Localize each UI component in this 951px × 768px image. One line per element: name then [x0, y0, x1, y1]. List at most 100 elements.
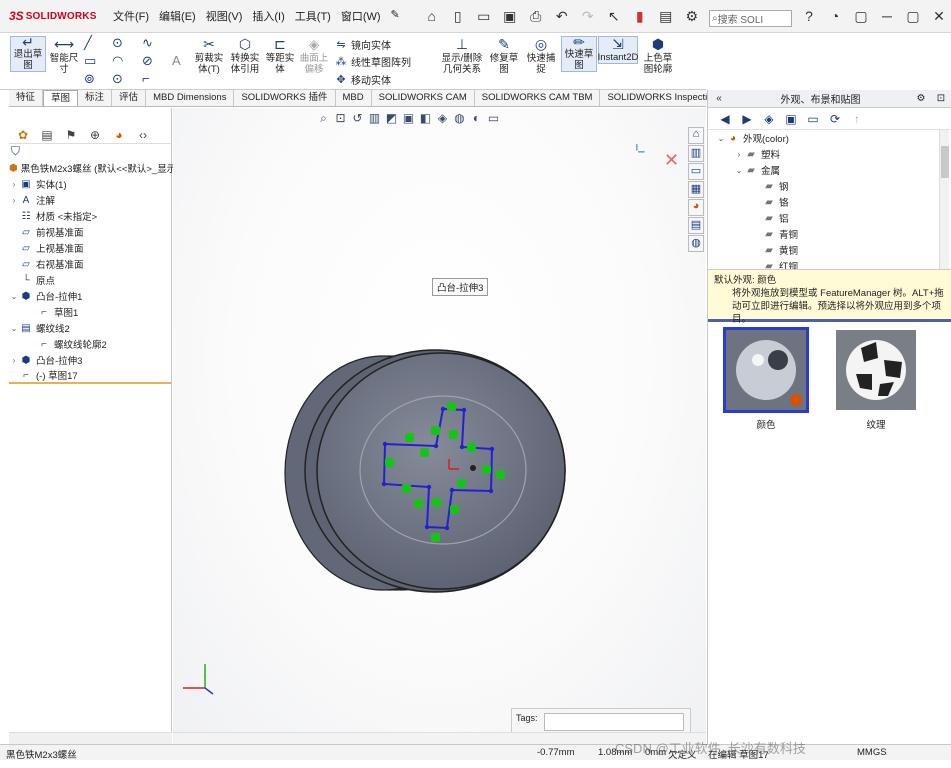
design-library-icon[interactable]: ▥ — [688, 145, 704, 162]
quick-snap-button[interactable]: ◎ 快速捕捉 — [524, 36, 558, 76]
custom-properties-icon[interactable]: ▤ — [688, 217, 704, 234]
appearance-tree-item[interactable]: ▰ 铝 — [708, 210, 951, 226]
menu-edit[interactable]: 编辑(E) — [154, 8, 201, 24]
circle-icon[interactable]: ⊙ — [112, 35, 123, 51]
swatch-color[interactable]: 颜色 — [723, 327, 809, 431]
open-folder-icon[interactable]: ▣ — [780, 112, 802, 126]
tree-root[interactable]: ⬢ 黑色铁M2x3螺丝 (默认<<默认>_显示 — [9, 160, 176, 176]
graphics-area[interactable]: ⌕ ⊡ ↺ ▥ ◩ ▣ ◧ ◈ ◍ ◐ ▭ ⌎ ✕ 凸台-拉伸3 Tags: — [173, 108, 706, 732]
convert-entities-button[interactable]: ⬡ 转换实体引用 — [228, 36, 262, 76]
show-relations-button[interactable]: ⊥ 显示/删除几何关系 — [440, 36, 484, 76]
appearance-tree-item[interactable]: ⌄ ▰ 金属 — [708, 162, 951, 178]
expand-arrow-icon[interactable]: › — [9, 356, 19, 365]
tab-sketch[interactable]: 草图 — [43, 90, 79, 106]
polygon-icon[interactable]: ⊙ — [112, 71, 123, 87]
menu-insert[interactable]: 插入(I) — [247, 8, 289, 24]
print-icon[interactable]: ⎙ — [523, 5, 549, 27]
feature-tree-item[interactable]: ⌐ 螺纹线轮廓2 — [9, 336, 171, 352]
help-icon[interactable]: ? — [796, 8, 822, 25]
expand-arrow-icon[interactable]: › — [9, 196, 19, 205]
feature-tree-item[interactable]: ▱ 上视基准面 — [9, 240, 171, 256]
menu-view[interactable]: 视图(V) — [201, 8, 248, 24]
appearances-icon[interactable]: ◕ — [688, 199, 704, 216]
feature-tree-tab-icon[interactable]: ✿ — [11, 128, 35, 142]
expand-arrow-icon[interactable]: ⌄ — [9, 324, 19, 333]
expand-arrow-icon[interactable]: ⌄ — [9, 292, 19, 301]
property-manager-tab-icon[interactable]: ▤ — [35, 128, 59, 142]
filter-icon[interactable]: ⛉ — [9, 144, 171, 160]
slot-icon[interactable]: ⊚ — [84, 71, 95, 87]
minimize-button[interactable]: ─ — [874, 8, 900, 25]
appearance-tree-item[interactable]: ▰ 黄铜 — [708, 242, 951, 258]
mirror-entities-button[interactable]: ⇋ 镜向实体 — [334, 37, 391, 52]
feature-tree-item[interactable]: ☷ 材质 <未指定> — [9, 208, 171, 224]
tab-evaluate[interactable]: 评估 — [112, 90, 147, 106]
feature-tree-item[interactable]: └ 原点 — [9, 272, 171, 288]
repair-sketch-button[interactable]: ✎ 修复草图 — [487, 36, 521, 76]
close-button[interactable]: ✕ — [926, 8, 951, 25]
up-icon[interactable]: ↑ — [846, 112, 868, 126]
surface-offset-button[interactable]: ◈ 曲面上偏移 — [298, 36, 330, 76]
search-input[interactable]: ⌕ 搜索 SOLI — [709, 10, 792, 27]
exit-sketch-button[interactable]: ↵ 退出草图 — [10, 35, 46, 72]
file-explorer-icon[interactable]: ▭ — [688, 163, 704, 180]
feature-manager-scrollbar[interactable] — [9, 732, 172, 744]
forward-icon[interactable]: ▶ — [736, 112, 758, 126]
expand-arrow-icon[interactable]: ⌄ — [716, 134, 726, 143]
maximize-button[interactable]: ▢ — [900, 8, 926, 25]
refresh-icon[interactable]: ⟳ — [824, 112, 846, 126]
fillet-icon[interactable]: ⌐ — [142, 71, 150, 86]
feature-tree-item[interactable]: ⌐ (-) 草图17 — [9, 368, 171, 384]
open-icon[interactable]: ▭ — [471, 5, 497, 27]
pin-icon[interactable]: ✎ — [386, 8, 405, 24]
shaded-contour-button[interactable]: ⬢ 上色草图轮廓 — [640, 36, 676, 76]
select-icon[interactable]: ↖ — [601, 5, 627, 27]
configuration-tab-icon[interactable]: ⚑ — [59, 128, 83, 142]
feature-tree-item[interactable]: ▱ 前视基准面 — [9, 224, 171, 240]
user-icon[interactable]: ◔ — [822, 8, 848, 25]
appearance-tree-item[interactable]: ▰ 铬 — [708, 194, 951, 210]
tags-input[interactable] — [543, 713, 684, 731]
redo-icon[interactable]: ↷ — [575, 5, 601, 27]
collapse-chevron-icon[interactable]: « — [708, 93, 730, 104]
expand-arrow-icon[interactable]: › — [734, 150, 744, 159]
tab-features[interactable]: 特征 — [9, 90, 44, 106]
solidworks-forum-icon[interactable]: ◍ — [688, 235, 704, 252]
sw-resources-icon[interactable]: ⌂ — [688, 127, 704, 144]
appearance-tree-item[interactable]: › ▰ 塑料 — [708, 146, 951, 162]
tab-cam-tbm[interactable]: SOLIDWORKS CAM TBM — [475, 90, 601, 106]
rectangle-icon[interactable]: ▭ — [84, 53, 96, 69]
undo-icon[interactable]: ↶ — [549, 5, 575, 27]
appearance-tree-item[interactable]: ▰ 青铜 — [708, 226, 951, 242]
view-palette-icon[interactable]: ▦ — [688, 181, 704, 198]
menu-window[interactable]: 窗口(W) — [336, 8, 386, 24]
expand-arrow-icon[interactable]: ⌄ — [734, 166, 744, 175]
appearance-tree-item[interactable]: ⌄ ◕ 外观(color) — [708, 130, 951, 146]
smart-dimension-button[interactable]: ⟷ 智能尺寸 — [48, 36, 80, 76]
text-icon[interactable]: A — [172, 53, 181, 68]
task-pane-pin-icon[interactable]: ⊡ — [931, 93, 951, 104]
file-properties-icon[interactable]: ▤ — [653, 5, 679, 27]
tab-mbd-dimensions[interactable]: MBD Dimensions — [146, 90, 235, 106]
trim-button[interactable]: ✂ 剪裁实体(T) — [192, 36, 226, 76]
tab-addins[interactable]: SOLIDWORKS 插件 — [234, 90, 336, 106]
appearance-tree-item[interactable]: ▰ 红铜 — [708, 258, 951, 270]
feature-tree-item[interactable]: › ⬢ 凸台-拉伸3 — [9, 352, 171, 368]
feature-tree-item[interactable]: ▱ 右视基准面 — [9, 256, 171, 272]
add-to-library-icon[interactable]: ◈ — [758, 112, 780, 126]
menu-tools[interactable]: 工具(T) — [290, 8, 336, 24]
rapid-sketch-button[interactable]: ✏ 快速草图 — [561, 35, 597, 72]
move-entities-button[interactable]: ✥ 移动实体 — [334, 72, 391, 87]
appearance-tree-item[interactable]: ▰ 钢 — [708, 178, 951, 194]
save-icon[interactable]: ▣ — [497, 5, 523, 27]
feature-tree-item[interactable]: ⌄ ⬢ 凸台-拉伸1 — [9, 288, 171, 304]
feature-tree-item[interactable]: › A 注解 — [9, 192, 171, 208]
new-document-icon[interactable]: ▯ — [445, 5, 471, 27]
more-tabs-icon[interactable]: ‹› — [131, 128, 155, 142]
appearance-tree-scrollbar[interactable] — [939, 130, 949, 269]
tab-markup[interactable]: 标注 — [78, 90, 113, 106]
new-folder-icon[interactable]: ▭ — [802, 112, 824, 126]
tab-cam[interactable]: SOLIDWORKS CAM — [372, 90, 475, 106]
back-icon[interactable]: ◀ — [714, 112, 736, 126]
status-units[interactable]: MMGS — [857, 747, 887, 758]
